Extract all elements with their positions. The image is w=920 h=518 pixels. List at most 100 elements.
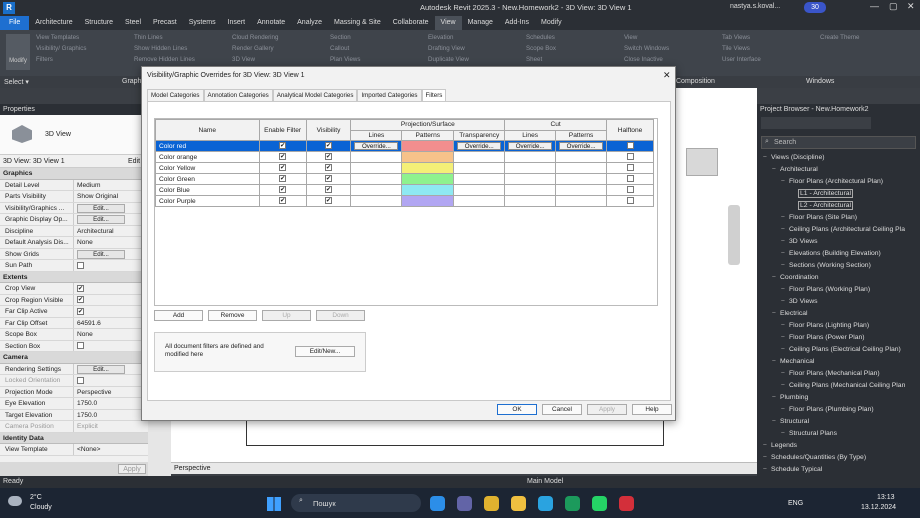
tree-toggle-icon[interactable]: −	[772, 310, 780, 317]
override-button[interactable]: Override...	[457, 142, 502, 150]
browser-tree-item[interactable]: − Sections (Working Section)	[781, 262, 871, 269]
menu-manage[interactable]: Manage	[462, 16, 499, 30]
tree-toggle-icon[interactable]: −	[772, 358, 780, 365]
browser-tree-item[interactable]: − Schedules/Quantities (By Type)	[763, 454, 866, 461]
viewcube[interactable]	[686, 148, 718, 176]
ribbon-tool-plan-views[interactable]: Plan Views	[330, 56, 361, 63]
tree-toggle-icon[interactable]: −	[772, 274, 780, 281]
ribbon-tool-drafting-view[interactable]: Drafting View	[428, 45, 465, 52]
browser-tree-item[interactable]: − Floor Plans (Plumbing Plan)	[781, 406, 874, 413]
menu-analyze[interactable]: Analyze	[291, 16, 328, 30]
tree-toggle-icon[interactable]: −	[763, 466, 771, 473]
ribbon-tool-tile-views[interactable]: Tile Views	[722, 45, 750, 52]
menu-systems[interactable]: Systems	[183, 16, 222, 30]
enable-filter-checkbox[interactable]	[279, 153, 287, 161]
prop-section-identity-data[interactable]: Identity Data	[0, 432, 148, 444]
ribbon-tool-switch-windows[interactable]: Switch Windows	[624, 45, 669, 52]
cut-lines-cell[interactable]	[504, 195, 557, 207]
proj-patterns-cell[interactable]	[401, 173, 455, 185]
explorer-icon[interactable]	[511, 496, 526, 511]
browser-tree-item[interactable]: − Schedule Typical	[763, 466, 822, 473]
browser-tree-item[interactable]: − Structural	[772, 418, 809, 425]
tree-toggle-icon[interactable]: −	[781, 286, 789, 293]
halftone-checkbox[interactable]	[626, 153, 634, 161]
halftone-cell[interactable]	[606, 173, 654, 185]
help-button[interactable]: Help	[632, 404, 672, 415]
browser-tree-item[interactable]: L2 - Architectural	[790, 201, 853, 210]
remove-filter-button[interactable]: Remove	[208, 310, 257, 321]
visibility-checkbox[interactable]	[325, 186, 333, 194]
proj-patterns-cell[interactable]	[401, 151, 455, 163]
cut-patterns-cell[interactable]	[555, 151, 608, 163]
halftone-cell[interactable]	[606, 162, 654, 174]
menu-steel[interactable]: Steel	[119, 16, 147, 30]
menu-structure[interactable]: Structure	[79, 16, 119, 30]
pattern-swatch[interactable]	[402, 163, 454, 173]
prop-value[interactable]: Edit...	[73, 363, 148, 374]
select-dropdown[interactable]: Select ▾	[4, 78, 29, 86]
visibility-checkbox[interactable]	[325, 197, 333, 205]
cut-lines-cell[interactable]	[504, 184, 557, 196]
cut-lines-cell[interactable]	[504, 173, 557, 185]
ribbon-tool-section[interactable]: Section	[330, 34, 351, 41]
prop-edit-button[interactable]: Edit...	[77, 203, 125, 213]
enable-filter-cell[interactable]	[258, 151, 307, 163]
enable-filter-cell[interactable]	[258, 173, 307, 185]
enable-filter-checkbox[interactable]	[279, 142, 287, 150]
prop-edit-button[interactable]: Edit...	[77, 364, 125, 374]
ribbon-tool-visibility-graphics[interactable]: Visibility/ Graphics	[36, 45, 86, 52]
pattern-swatch[interactable]	[402, 185, 454, 195]
ribbon-tool-create-theme[interactable]: Create Theme	[820, 34, 859, 41]
pattern-swatch[interactable]	[402, 141, 454, 151]
filter-row[interactable]: Color Yellow	[155, 162, 654, 174]
menu-insert[interactable]: Insert	[222, 16, 252, 30]
prop-value[interactable]: Edit...	[73, 248, 148, 259]
tree-toggle-icon[interactable]: −	[781, 298, 789, 305]
override-button[interactable]: Override...	[508, 142, 553, 150]
apply-button[interactable]: Apply	[118, 464, 146, 474]
tree-toggle-icon[interactable]: −	[772, 166, 780, 173]
prop-value[interactable]: Show Original	[73, 191, 148, 202]
filter-row[interactable]: Color orange	[155, 151, 654, 163]
browser-tree-item[interactable]: − Views (Discipline)	[763, 154, 825, 161]
halftone-cell[interactable]	[606, 184, 654, 196]
visibility-checkbox[interactable]	[325, 164, 333, 172]
enable-filter-cell[interactable]	[258, 195, 307, 207]
visibility-checkbox[interactable]	[325, 175, 333, 183]
browser-tree-item[interactable]: − Structural Plans	[781, 430, 837, 437]
tree-toggle-icon[interactable]: −	[781, 226, 789, 233]
visibility-cell[interactable]	[305, 173, 352, 185]
halftone-checkbox[interactable]	[626, 197, 634, 205]
teams-icon[interactable]	[457, 496, 472, 511]
weather-temp[interactable]: 2°C	[30, 494, 42, 501]
prop-checkbox[interactable]	[77, 261, 84, 269]
menu-annotate[interactable]: Annotate	[251, 16, 291, 30]
proj-patterns-cell[interactable]	[401, 162, 455, 174]
menu-architecture[interactable]: Architecture	[29, 16, 78, 30]
browser-tree-item[interactable]: − Elevations (Building Elevation)	[781, 250, 881, 257]
ribbon-tool-tab-views[interactable]: Tab Views	[722, 34, 750, 41]
tab-filters[interactable]: Filters	[421, 89, 447, 101]
proj-patterns-cell[interactable]	[401, 140, 455, 152]
filter-row[interactable]: Color Green	[155, 173, 654, 185]
browser-tree-item[interactable]: − Mechanical	[772, 358, 814, 365]
clock-date[interactable]: 13.12.2024	[861, 504, 896, 511]
ribbon-tool-cloud-rendering[interactable]: Cloud Rendering	[232, 34, 278, 41]
tree-toggle-icon[interactable]: −	[781, 322, 789, 329]
halftone-cell[interactable]	[606, 140, 654, 152]
prop-value[interactable]: Edit...	[73, 202, 148, 213]
proj-lines-cell[interactable]	[350, 162, 403, 174]
cancel-button[interactable]: Cancel	[542, 404, 582, 415]
menu-massing-site[interactable]: Massing & Site	[328, 16, 387, 30]
filter-row[interactable]: Color Blue	[155, 184, 654, 196]
dialog-close-icon[interactable]: ✕	[663, 70, 671, 81]
tree-toggle-icon[interactable]: −	[781, 382, 789, 389]
browser-tree-item[interactable]: − Architectural	[772, 166, 818, 173]
halftone-cell[interactable]	[606, 151, 654, 163]
enable-filter-cell[interactable]	[258, 184, 307, 196]
enable-filter-checkbox[interactable]	[279, 164, 287, 172]
cut-patterns-cell[interactable]	[555, 162, 608, 174]
ribbon-tool-close-inactive[interactable]: Close Inactive	[624, 56, 663, 63]
prop-section-extents[interactable]: Extents	[0, 271, 148, 283]
cut-patterns-cell[interactable]: Override...	[555, 140, 608, 152]
